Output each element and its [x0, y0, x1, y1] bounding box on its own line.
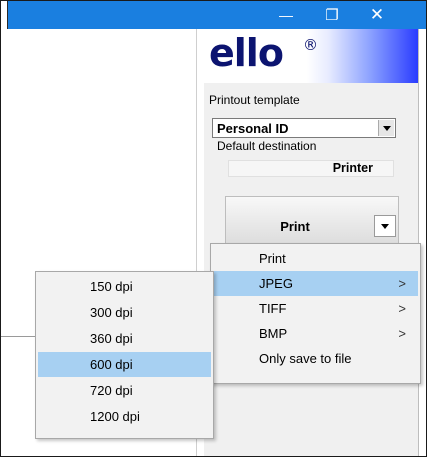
left-pane-line	[1, 336, 35, 337]
menu-item-label: 600 dpi	[90, 357, 133, 372]
registered-mark: ®	[303, 36, 318, 54]
dpi-submenu: 150 dpi 300 dpi 360 dpi 600 dpi 720 dpi …	[35, 271, 214, 439]
print-split-button[interactable]: Print	[225, 196, 399, 246]
menu-item-1200-dpi[interactable]: 1200 dpi	[38, 404, 211, 429]
menu-item-label: 720 dpi	[90, 383, 133, 398]
close-button[interactable]: ✕	[354, 1, 400, 29]
default-destination-value: Printer	[228, 160, 394, 177]
menu-item-print[interactable]: Print	[213, 246, 418, 271]
menu-item-only-save-to-file[interactable]: Only save to file	[213, 346, 418, 371]
minimize-button[interactable]: —	[263, 1, 309, 29]
printout-template-value: Personal ID	[217, 121, 289, 136]
default-destination-label: Default destination	[217, 139, 317, 153]
menu-item-360-dpi[interactable]: 360 dpi	[38, 326, 211, 351]
app-window: — ❐ ✕ ello ® Printout template Personal …	[0, 0, 427, 457]
chevron-down-icon	[382, 125, 391, 131]
submenu-arrow-icon: >	[398, 326, 406, 341]
maximize-icon: ❐	[325, 7, 339, 24]
menu-item-label: 360 dpi	[90, 331, 133, 346]
menu-item-tiff[interactable]: TIFF >	[213, 296, 418, 321]
menu-item-label: Print	[259, 251, 286, 266]
chevron-down-icon	[381, 223, 389, 229]
maximize-button[interactable]: ❐	[309, 1, 355, 29]
ello-logo: ello	[209, 31, 284, 75]
menu-item-600-dpi[interactable]: 600 dpi	[38, 352, 211, 377]
submenu-arrow-icon: >	[398, 276, 406, 291]
minimize-icon: —	[279, 7, 293, 23]
menu-item-label: Only save to file	[259, 351, 352, 366]
close-icon: ✕	[369, 5, 385, 24]
menu-item-label: BMP	[259, 326, 288, 341]
printout-template-label: Printout template	[209, 93, 300, 107]
menu-item-jpeg[interactable]: JPEG >	[213, 271, 418, 296]
printout-template-select[interactable]: Personal ID	[212, 118, 396, 138]
submenu-arrow-icon: >	[398, 301, 406, 316]
menu-item-label: TIFF	[259, 301, 287, 316]
print-button-label: Print	[280, 219, 310, 234]
menu-item-label: 150 dpi	[90, 279, 133, 294]
dropdown-button[interactable]	[378, 120, 394, 136]
menu-item-label: 1200 dpi	[90, 409, 140, 424]
print-options-dropdown[interactable]	[374, 215, 396, 237]
print-options-menu: Print JPEG > TIFF > BMP > Only save to f…	[210, 243, 421, 384]
menu-item-300-dpi[interactable]: 300 dpi	[38, 300, 211, 325]
menu-item-720-dpi[interactable]: 720 dpi	[38, 378, 211, 403]
title-bar-left-gap	[1, 1, 8, 29]
menu-item-150-dpi[interactable]: 150 dpi	[38, 274, 211, 299]
menu-item-label: JPEG	[259, 276, 293, 291]
menu-item-bmp[interactable]: BMP >	[213, 321, 418, 346]
menu-item-label: 300 dpi	[90, 305, 133, 320]
